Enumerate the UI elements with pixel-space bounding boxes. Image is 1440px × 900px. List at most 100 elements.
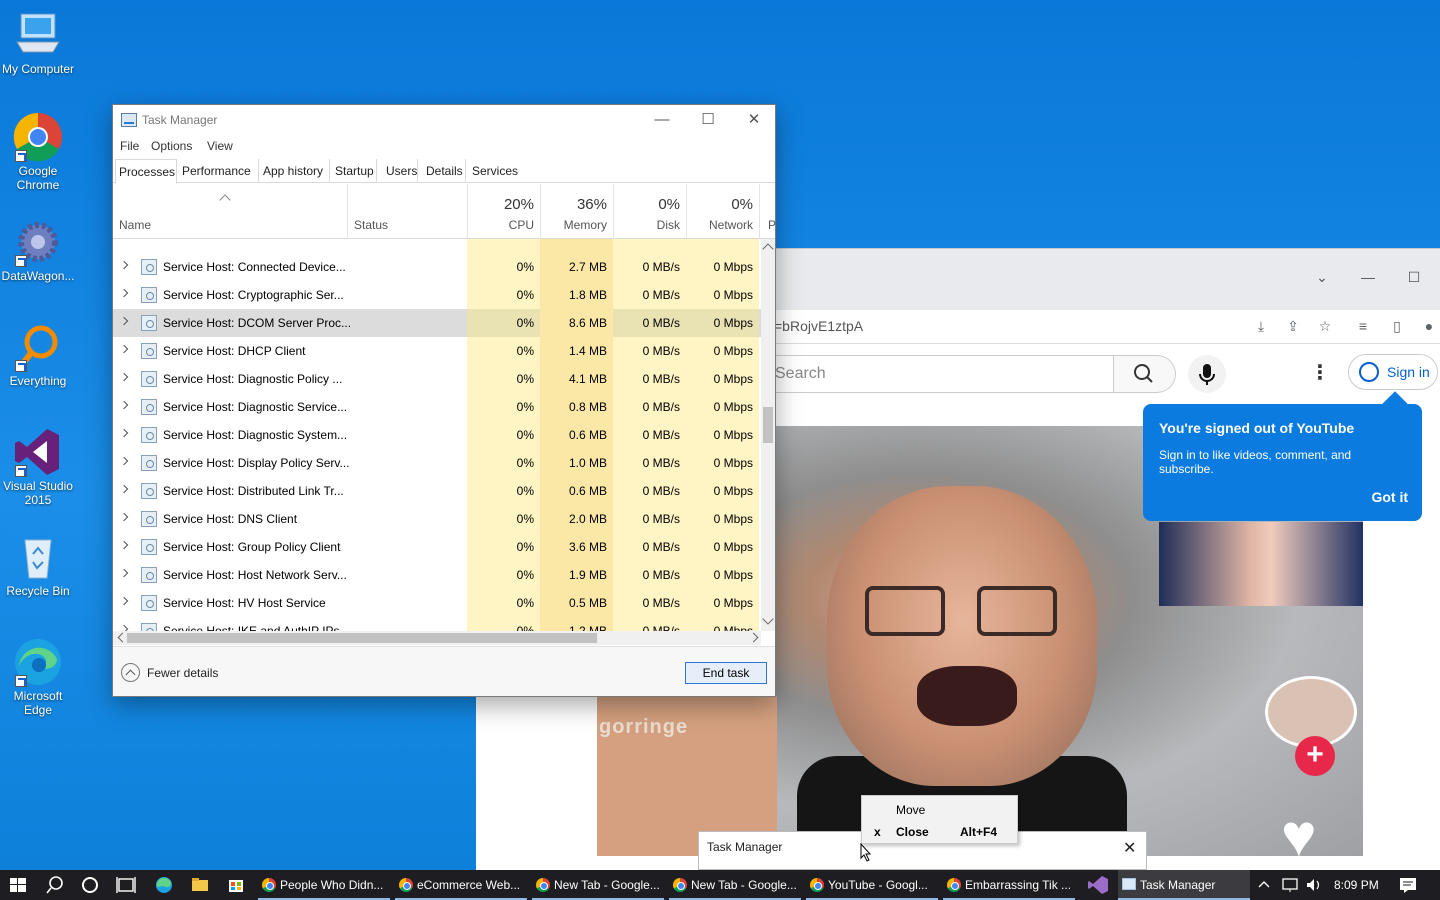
got-it-button[interactable]: Got it <box>1371 489 1408 505</box>
column-status[interactable]: Status <box>347 184 467 239</box>
taskbar-task-task-manager[interactable]: Task Manager <box>1118 870 1250 900</box>
close-icon[interactable]: ✕ <box>1123 838 1136 858</box>
table-row[interactable]: Service Host: Diagnostic System... 0% 0.6 … <box>113 421 761 449</box>
tab-processes[interactable]: Processes <box>115 159 177 184</box>
expand-chevron-icon[interactable] <box>119 484 129 494</box>
reading-list-icon[interactable]: ≡ <box>1354 318 1372 336</box>
tab-users[interactable]: Users <box>383 159 418 183</box>
desktop-icon-everything[interactable]: Everything <box>0 322 76 388</box>
start-button[interactable] <box>0 870 36 900</box>
network-icon[interactable] <box>1278 870 1302 900</box>
taskbar-visual-studio[interactable] <box>1080 870 1116 900</box>
desktop-icon-datawagon[interactable]: DataWagon... <box>0 217 76 283</box>
taskbar-task[interactable]: YouTube - Googl... <box>806 870 938 900</box>
url-text[interactable]: =bRojvE1ztpA <box>774 318 863 334</box>
side-panel-icon[interactable]: ▯ <box>1388 318 1406 336</box>
taskbar-edge[interactable] <box>146 870 182 900</box>
desktop-icon-recycle-bin[interactable]: Recycle Bin <box>0 532 76 598</box>
tab-services[interactable]: Services <box>469 159 521 183</box>
taskbar-task[interactable]: eCommerce Web... <box>395 870 527 900</box>
tab-startup[interactable]: Startup <box>332 159 377 183</box>
scroll-right-arrow-icon[interactable] <box>748 632 759 643</box>
cortana-button[interactable] <box>72 870 108 900</box>
expand-chevron-icon[interactable] <box>119 456 129 466</box>
maximize-button[interactable]: ☐ <box>1394 269 1434 293</box>
heart-icon[interactable]: ♥ <box>1281 806 1317 857</box>
close-button[interactable]: ✕ <box>731 105 777 135</box>
show-hidden-icons-chevron-icon[interactable] <box>1252 870 1276 900</box>
taskbar-task[interactable]: Embarrassing Tik ... <box>943 870 1075 900</box>
table-row[interactable]: Service Host: DCOM Server Proc... 0% 8.6 M… <box>113 309 761 337</box>
column-name[interactable]: Name <box>113 184 347 239</box>
taskbar-task[interactable]: New Tab - Google... <box>532 870 664 900</box>
action-center-notification-icon[interactable] <box>1390 870 1426 900</box>
table-row[interactable] <box>113 239 761 253</box>
menu-file[interactable]: File <box>120 139 139 153</box>
horizontal-scrollbar[interactable] <box>113 631 761 645</box>
menu-options[interactable]: Options <box>151 139 192 153</box>
taskbar-task[interactable]: New Tab - Google... <box>669 870 801 900</box>
table-row[interactable]: Service Host: DNS Client 0% 2.0 MB 0 MB/s 0 … <box>113 505 761 533</box>
sign-in-button[interactable]: Sign in <box>1348 354 1438 390</box>
menu-view[interactable]: View <box>207 139 233 153</box>
share-icon[interactable]: ⇪ <box>1284 318 1302 336</box>
install-icon[interactable]: ⤓ <box>1252 318 1270 336</box>
volume-icon[interactable] <box>1302 870 1326 900</box>
taskbar-store[interactable] <box>218 870 254 900</box>
table-row[interactable]: Service Host: Connected Device... 0% 2.7 M… <box>113 253 761 281</box>
expand-chevron-icon[interactable] <box>119 372 129 382</box>
clock[interactable]: 8:09 PM <box>1334 878 1379 892</box>
profile-icon[interactable]: ● <box>1420 318 1438 336</box>
table-row[interactable]: Service Host: Group Policy Client 0% 3.6 M… <box>113 533 761 561</box>
search-button[interactable] <box>36 870 72 900</box>
table-row[interactable]: Service Host: Cryptographic Ser... 0% 1.8 … <box>113 281 761 309</box>
scroll-up-arrow-icon[interactable] <box>762 243 774 255</box>
expand-chevron-icon[interactable] <box>119 512 129 522</box>
column-network[interactable]: 0% Network <box>686 184 759 239</box>
taskbar-task[interactable]: People Who Didn... <box>258 870 390 900</box>
column-memory[interactable]: 36% Memory <box>540 184 613 239</box>
end-task-button[interactable]: End task <box>685 662 767 684</box>
expand-chevron-icon[interactable] <box>119 344 129 354</box>
taskbar-file-explorer[interactable] <box>182 870 218 900</box>
expand-chevron-icon[interactable] <box>119 316 129 326</box>
task-view-button[interactable] <box>108 870 144 900</box>
expand-chevron-icon[interactable] <box>119 288 129 298</box>
table-row[interactable]: Service Host: Diagnostic Policy ... 0% 4.1… <box>113 365 761 393</box>
table-row[interactable]: Service Host: DHCP Client 0% 1.4 MB 0 MB/s 0… <box>113 337 761 365</box>
table-row[interactable]: Service Host: IKE and AuthIP IPs... 0% 1.2… <box>113 617 761 631</box>
desktop-icon-microsoft-edge[interactable]: Microsoft Edge <box>0 637 76 717</box>
table-row[interactable]: Service Host: Distributed Link Tr... 0% 0.… <box>113 477 761 505</box>
desktop-icon-my-computer[interactable]: My Computer <box>0 10 76 76</box>
context-menu-move[interactable]: Move <box>862 798 1018 820</box>
desktop-icon-google-chrome[interactable]: Google Chrome <box>0 112 76 192</box>
maximize-button[interactable]: ☐ <box>685 105 731 135</box>
scroll-down-arrow-icon[interactable] <box>762 613 774 625</box>
tab-search-chevron-icon[interactable]: ⌄ <box>1302 269 1342 293</box>
table-row[interactable]: Service Host: Diagnostic Service... 0% 0.8… <box>113 393 761 421</box>
desktop-icon-visual-studio[interactable]: Visual Studio 2015 <box>0 427 76 507</box>
table-row[interactable]: Service Host: Host Network Serv... 0% 1.9 … <box>113 561 761 589</box>
expand-chevron-icon[interactable] <box>119 540 129 550</box>
youtube-search-button[interactable] <box>1114 355 1176 393</box>
scrollbar-thumb[interactable] <box>763 407 773 443</box>
column-power[interactable]: P <box>759 184 776 239</box>
task-manager-titlebar[interactable]: Task Manager — ☐ ✕ <box>113 105 775 135</box>
more-options-icon[interactable]: ⋮ <box>1310 360 1330 385</box>
scroll-left-arrow-icon[interactable] <box>117 632 128 643</box>
tab-app-history[interactable]: App history <box>260 159 330 183</box>
tab-details[interactable]: Details <box>423 159 466 183</box>
minimize-button[interactable]: — <box>1348 269 1388 293</box>
bookmark-star-icon[interactable]: ☆ <box>1316 318 1334 336</box>
follow-plus-icon[interactable]: + <box>1295 736 1335 776</box>
tab-performance[interactable]: Performance <box>179 159 259 183</box>
youtube-search-input[interactable]: Search <box>774 355 1114 393</box>
voice-search-button[interactable] <box>1188 355 1226 393</box>
expand-chevron-icon[interactable] <box>119 568 129 578</box>
minimize-button[interactable]: — <box>639 105 685 135</box>
expand-chevron-icon[interactable] <box>119 260 129 270</box>
column-cpu[interactable]: 20% CPU <box>467 184 540 239</box>
column-disk[interactable]: 0% Disk <box>613 184 686 239</box>
scrollbar-thumb[interactable] <box>127 633 597 643</box>
context-menu-close[interactable]: x Close Alt+F4 <box>862 820 1018 842</box>
